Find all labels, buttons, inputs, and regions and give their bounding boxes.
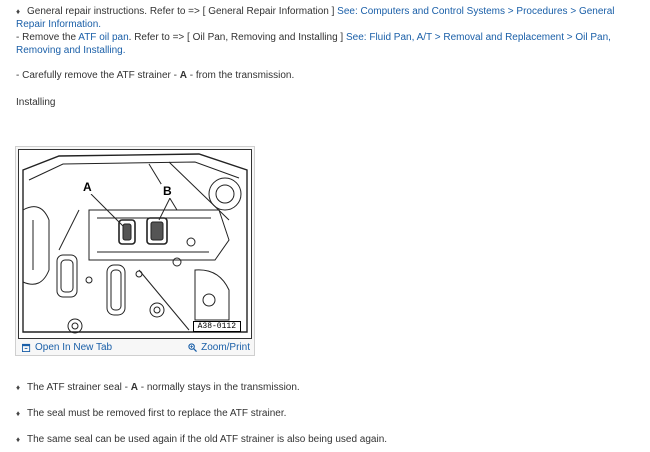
figure-toolbar: Open In New Tab Zoom/Print (16, 339, 254, 356)
atf-oil-pan-link[interactable]: ATF oil pan (78, 32, 128, 43)
note-text: The seal must be removed first to replac… (27, 408, 287, 419)
bullet-icon: ♦ (16, 7, 21, 16)
magnifier-plus-icon (188, 343, 198, 352)
callout-label-a: A (81, 180, 94, 194)
callout-label-b: B (161, 184, 174, 198)
open-in-new-tab-label: Open In New Tab (35, 342, 113, 353)
general-repair-text: General repair instructions. Refer to =>… (27, 6, 338, 17)
note-item: ♦ The seal must be removed first to repla… (16, 407, 640, 420)
transmission-illustration[interactable]: A B A38-0112 (18, 149, 252, 339)
note-bold: A (130, 382, 138, 393)
note-text: The same seal can be used again if the o… (27, 434, 388, 445)
remove-oil-pan-line: - Remove the ATF oil pan. Refer to => [ … (16, 31, 640, 57)
remove-strainer-suffix: - from the transmission. (187, 70, 295, 81)
figure-id-label: A38-0112 (192, 321, 241, 332)
bullet-icon: ♦ (16, 409, 21, 418)
note-text: The ATF strainer seal - (27, 382, 131, 393)
remove-strainer-line: - Carefully remove the ATF strainer - A … (16, 69, 640, 82)
remove-strainer-text: Carefully remove the ATF strainer - (22, 70, 180, 81)
bullet-icon: ♦ (16, 383, 21, 392)
remove-oil-pan-text: Remove the (22, 32, 79, 43)
zoom-print-link[interactable]: Zoom/Print (188, 342, 250, 353)
general-repair-line: ♦ General repair instructions. Refer to =… (16, 5, 640, 31)
zoom-print-label: Zoom/Print (201, 342, 250, 353)
figure-frame: A B A38-0112 Open In New Tab Zoom/Print (15, 146, 255, 356)
strainer-letter: A (179, 70, 187, 81)
open-in-new-tab-icon (22, 343, 31, 352)
oil-pan-refer-text: . Refer to => [ Oil Pan, Removing and In… (128, 32, 346, 43)
transmission-drawing (22, 153, 248, 334)
bullet-icon: ♦ (16, 435, 21, 444)
note-text-suffix: - normally stays in the transmission. (137, 382, 300, 393)
note-item: ♦ The ATF strainer seal - A - normally st… (16, 381, 640, 394)
open-in-new-tab-link[interactable]: Open In New Tab (22, 342, 112, 353)
note-item: ♦ The same seal can be used again if the … (16, 433, 640, 446)
installing-heading: Installing (16, 97, 56, 108)
